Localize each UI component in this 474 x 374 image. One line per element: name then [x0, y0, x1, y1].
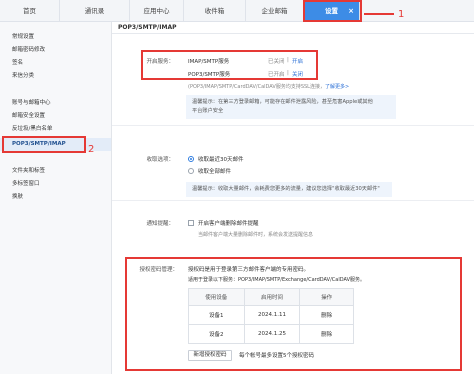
- annotation-number-2: 2: [88, 144, 95, 155]
- tab-label: 收件箱: [204, 7, 225, 15]
- highlight-box-pop3-item: [2, 136, 86, 153]
- highlight-box-auth-passwords: [125, 257, 462, 371]
- annotation-arrow: [364, 13, 394, 15]
- sidebar-item-label: 来信分类: [12, 73, 35, 79]
- ssl-hint: (POP3/IMAP/SMTP/CardDAV/CalDAV服务均支持SSL连接…: [188, 83, 349, 90]
- divider: [112, 125, 474, 126]
- settings-sidebar: 常规设置 邮箱密码修改 签名 来信分类 账号与邮箱中心 邮箱安全设置 反垃圾/黑…: [0, 22, 112, 374]
- sidebar-item-signature[interactable]: 签名: [0, 58, 111, 69]
- sidebar-item-security[interactable]: 邮箱安全设置: [0, 111, 111, 122]
- receive-options-label: 收取选项：: [146, 157, 174, 163]
- sidebar-item-label: 常规设置: [12, 34, 35, 40]
- sidebar-item-skin[interactable]: 换肤: [0, 192, 111, 203]
- delete-notify-label: 开启客户端删除邮件提醒: [198, 221, 259, 227]
- sidebar-item-label: 文件夹和标签: [12, 168, 46, 174]
- receive-30days-radio[interactable]: [188, 156, 194, 162]
- learn-more-link[interactable]: 了解更多: [325, 84, 345, 90]
- receive-30days-label: 收取最近30天邮件: [198, 157, 244, 163]
- highlight-box-services: [141, 50, 318, 80]
- delete-notify-checkbox[interactable]: [188, 220, 194, 226]
- page-title: POP3/SMTP/IMAP: [112, 22, 474, 34]
- tab-label: 企业邮箱: [261, 7, 288, 15]
- sidebar-item-label: 换肤: [12, 194, 24, 200]
- sidebar-item-folders-labels[interactable]: 文件夹和标签: [0, 166, 111, 177]
- tab-label: 应用中心: [143, 7, 170, 15]
- sidebar-item-label: 账号与邮箱中心: [12, 100, 51, 106]
- sidebar-item-label: 邮箱安全设置: [12, 113, 46, 119]
- tab-apps[interactable]: 应用中心: [130, 0, 184, 22]
- security-tip: 温馨提示：在第三方登录邮箱，可能存在邮件泄露风险，甚至危害Apple或其他 平台…: [186, 95, 396, 119]
- highlight-box-settings-tab: [303, 0, 362, 22]
- tab-label: 首页: [23, 7, 36, 15]
- chevron-right-icon: >: [344, 84, 350, 90]
- receive-all-label: 收取全部邮件: [198, 169, 232, 175]
- sidebar-item-label: 邮箱密码修改: [12, 47, 46, 53]
- ssl-hint-text: (POP3/IMAP/SMTP/CardDAV/CalDAV服务均支持SSL连接…: [188, 84, 325, 90]
- security-tip-line1: 温馨提示：在第三方登录邮箱，可能存在邮件泄露风险，甚至危害Apple或其他: [192, 99, 373, 105]
- sidebar-item-general[interactable]: 常规设置: [0, 32, 111, 43]
- receive-tip: 温馨提示：收取大量邮件，会耗费您更多的流量，建议您选择"收取最近30天邮件": [186, 182, 392, 197]
- tab-inbox[interactable]: 收件箱: [184, 0, 246, 22]
- sidebar-item-password[interactable]: 邮箱密码修改: [0, 45, 111, 56]
- sidebar-item-account-center[interactable]: 账号与邮箱中心: [0, 98, 111, 109]
- sidebar-item-label: 签名: [12, 60, 24, 66]
- sidebar-item-multi-tab[interactable]: 多标签窗口: [0, 179, 111, 190]
- annotation-number-1: 1: [398, 9, 405, 20]
- tab-enterprise-mail[interactable]: 企业邮箱: [246, 0, 304, 22]
- tab-label: 通讯录: [84, 7, 105, 15]
- sidebar-item-antispam[interactable]: 反垃圾/黑白名单: [0, 124, 111, 135]
- notify-label: 通知提醒：: [146, 221, 174, 227]
- receive-all-radio[interactable]: [188, 168, 194, 174]
- divider: [112, 200, 474, 201]
- tab-contacts[interactable]: 通讯录: [60, 0, 130, 22]
- delete-notify-hint: 当邮件客户端大量删除邮件时，系统会发送提醒信息: [198, 232, 314, 238]
- security-tip-line2: 平台账户安全: [192, 108, 224, 114]
- sidebar-item-label: 反垃圾/黑白名单: [12, 126, 53, 132]
- sidebar-item-mail-category[interactable]: 来信分类: [0, 71, 111, 82]
- tab-home[interactable]: 首页: [0, 0, 60, 22]
- sidebar-item-label: 多标签窗口: [12, 181, 40, 187]
